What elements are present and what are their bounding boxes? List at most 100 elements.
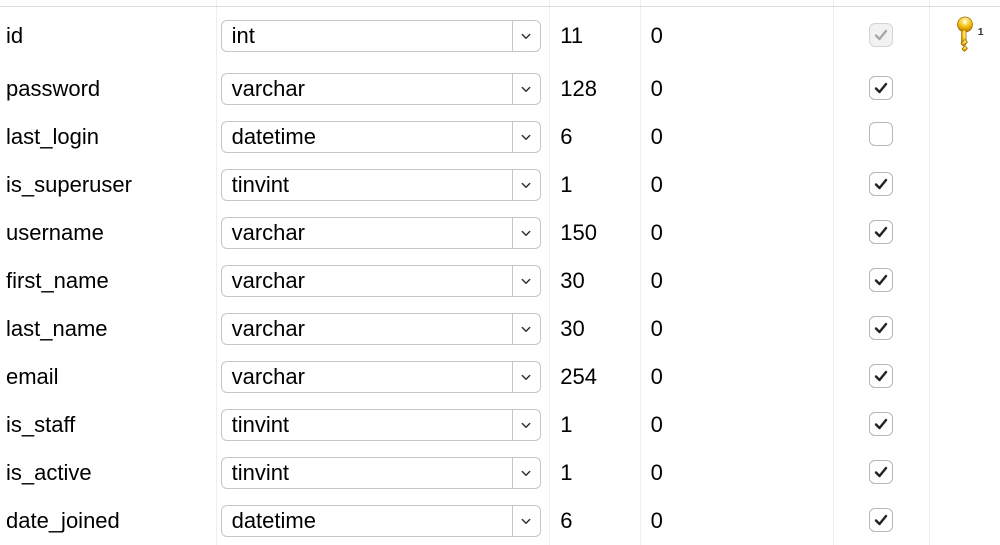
field-decimals: 0: [651, 508, 663, 533]
field-type-cell: tinvint: [216, 401, 550, 449]
field-decimals-cell[interactable]: 0: [640, 497, 833, 545]
field-name-cell[interactable]: date_joined: [0, 497, 216, 545]
field-decimals-cell[interactable]: 0: [640, 209, 833, 257]
field-decimals: 0: [651, 460, 663, 485]
field-decimals-cell[interactable]: 0: [640, 401, 833, 449]
field-length-cell[interactable]: 1: [550, 161, 640, 209]
field-length: 30: [560, 268, 584, 293]
field-name: is_staff: [6, 412, 75, 437]
field-decimals-cell[interactable]: 0: [640, 449, 833, 497]
field-name-cell[interactable]: username: [0, 209, 216, 257]
field-decimals-cell[interactable]: 0: [640, 353, 833, 401]
field-name-cell[interactable]: last_login: [0, 113, 216, 161]
field-type-value: int: [232, 23, 255, 49]
field-name-cell[interactable]: password: [0, 65, 216, 113]
field-type-value: tinvint: [232, 172, 289, 198]
field-name-cell[interactable]: last_name: [0, 305, 216, 353]
not-null-cell: [833, 305, 929, 353]
not-null-checkbox[interactable]: [869, 412, 893, 436]
field-length-cell[interactable]: 1: [550, 449, 640, 497]
field-type-value: varchar: [232, 268, 305, 294]
field-name: username: [6, 220, 104, 245]
field-decimals: 0: [651, 364, 663, 389]
field-type-select[interactable]: varchar: [221, 217, 541, 249]
field-length-cell[interactable]: 254: [550, 353, 640, 401]
field-length: 6: [560, 508, 572, 533]
field-name-cell[interactable]: id: [0, 6, 216, 65]
field-type-select[interactable]: varchar: [221, 73, 541, 105]
field-name: id: [6, 23, 23, 48]
not-null-checkbox[interactable]: [869, 268, 893, 292]
not-null-cell: [833, 449, 929, 497]
field-type-select[interactable]: varchar: [221, 361, 541, 393]
chevron-down-icon: [512, 122, 540, 152]
field-name-cell[interactable]: email: [0, 353, 216, 401]
field-decimals-cell[interactable]: 0: [640, 257, 833, 305]
field-type-select[interactable]: varchar: [221, 265, 541, 297]
field-type-select[interactable]: datetime: [221, 505, 541, 537]
table-row: id int 110 1: [0, 6, 1000, 65]
fields-table: idint1101passwordvarchar1280last_loginda…: [0, 0, 1000, 545]
not-null-checkbox[interactable]: [869, 364, 893, 388]
field-type-select[interactable]: tinvint: [221, 409, 541, 441]
field-type-value: varchar: [232, 76, 305, 102]
field-length: 1: [560, 412, 572, 437]
field-length-cell[interactable]: 6: [550, 497, 640, 545]
field-type-select[interactable]: varchar: [221, 313, 541, 345]
field-type-value: varchar: [232, 364, 305, 390]
field-type-select[interactable]: int: [221, 20, 541, 52]
field-length-cell[interactable]: 128: [550, 65, 640, 113]
field-type-select[interactable]: tinvint: [221, 457, 541, 489]
field-decimals-cell[interactable]: 0: [640, 161, 833, 209]
field-decimals-cell[interactable]: 0: [640, 305, 833, 353]
not-null-cell: [833, 6, 929, 65]
not-null-checkbox[interactable]: [869, 460, 893, 484]
field-length-cell[interactable]: 30: [550, 257, 640, 305]
not-null-checkbox[interactable]: [869, 508, 893, 532]
field-decimals: 0: [651, 316, 663, 341]
primary-key-cell: [930, 449, 1000, 497]
field-decimals-cell[interactable]: 0: [640, 65, 833, 113]
field-decimals: 0: [651, 412, 663, 437]
field-name-cell[interactable]: first_name: [0, 257, 216, 305]
field-length: 254: [560, 364, 597, 389]
primary-key-cell: [930, 161, 1000, 209]
table-row: is_superuser tinvint 1 0: [0, 161, 1000, 209]
table-row: is_activetinvint 10: [0, 449, 1000, 497]
field-decimals-cell[interactable]: 0: [640, 6, 833, 65]
field-name: date_joined: [6, 508, 120, 533]
table-row: date_joined datetime 6 0: [0, 497, 1000, 545]
not-null-checkbox[interactable]: [869, 76, 893, 100]
primary-key-cell: [930, 65, 1000, 113]
not-null-checkbox[interactable]: [869, 316, 893, 340]
field-type-select[interactable]: tinvint: [221, 169, 541, 201]
field-type-cell: varchar: [216, 257, 550, 305]
field-length: 1: [560, 172, 572, 197]
svg-text:1: 1: [978, 26, 984, 38]
field-name-cell[interactable]: is_superuser: [0, 161, 216, 209]
chevron-down-icon: [512, 410, 540, 440]
field-length-cell[interactable]: 11: [550, 6, 640, 65]
chevron-down-icon: [512, 458, 540, 488]
primary-key-cell: 1: [930, 6, 1000, 65]
field-name: last_name: [6, 316, 108, 341]
not-null-checkbox[interactable]: [869, 122, 893, 146]
field-length-cell[interactable]: 6: [550, 113, 640, 161]
not-null-cell: [833, 257, 929, 305]
not-null-checkbox[interactable]: [869, 172, 893, 196]
field-name-cell[interactable]: is_staff: [0, 401, 216, 449]
field-length-cell[interactable]: 30: [550, 305, 640, 353]
chevron-down-icon: [512, 170, 540, 200]
primary-key-cell: [930, 497, 1000, 545]
field-decimals-cell[interactable]: 0: [640, 113, 833, 161]
field-type-value: datetime: [232, 508, 316, 534]
field-length-cell[interactable]: 1: [550, 401, 640, 449]
not-null-checkbox[interactable]: [869, 220, 893, 244]
field-type-cell: datetime: [216, 113, 550, 161]
field-type-select[interactable]: datetime: [221, 121, 541, 153]
field-name: is_superuser: [6, 172, 132, 197]
chevron-down-icon: [512, 314, 540, 344]
field-name-cell[interactable]: is_active: [0, 449, 216, 497]
primary-key-cell: [930, 401, 1000, 449]
field-length-cell[interactable]: 150: [550, 209, 640, 257]
